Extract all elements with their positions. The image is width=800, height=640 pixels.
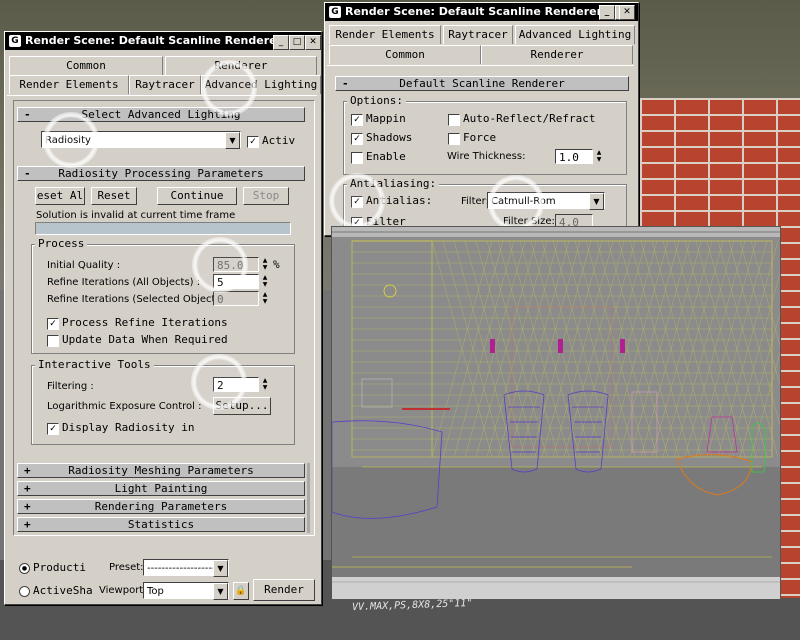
activeshade-label: ActiveSha bbox=[33, 584, 93, 597]
render-button[interactable]: Render bbox=[253, 579, 315, 601]
filtering-spinner[interactable]: 2 bbox=[213, 377, 259, 392]
tab-common[interactable]: Common bbox=[329, 45, 481, 64]
shadows-label: Shadows bbox=[366, 131, 413, 144]
chevron-down-icon[interactable]: ▼ bbox=[225, 132, 240, 149]
process-refine-checkbox[interactable]: ✓ bbox=[47, 318, 59, 330]
solution-status-text: Solution is invalid at current time fram… bbox=[36, 210, 236, 221]
rollout-select-advanced-lighting[interactable]: - Select Advanced Lighting bbox=[17, 107, 305, 122]
active-label: Activ bbox=[262, 134, 296, 147]
spinner-arrows-icon[interactable]: ▲ ▼ bbox=[261, 291, 269, 306]
update-data-label: Update Data When Required bbox=[62, 333, 228, 346]
app-icon: G bbox=[9, 35, 21, 47]
right-window-title: Render Scene: Default Scanline Renderer bbox=[345, 5, 603, 18]
lock-icon[interactable]: 🔒 bbox=[233, 582, 249, 600]
preset-label: Preset: bbox=[109, 562, 144, 573]
left-window-title: Render Scene: Default Scanline Renderer bbox=[25, 34, 283, 47]
force-checkbox[interactable] bbox=[448, 133, 460, 145]
spinner-arrows-icon[interactable]: ▲ ▼ bbox=[595, 149, 603, 164]
wireframe-scene bbox=[332, 227, 780, 599]
spinner-arrows-icon[interactable]: ▲ ▼ bbox=[261, 377, 269, 392]
production-radio[interactable]: ● bbox=[19, 563, 30, 574]
tab-raytracer[interactable]: Raytracer bbox=[443, 25, 513, 44]
update-data-checkbox[interactable] bbox=[47, 335, 59, 347]
tab-common[interactable]: Common bbox=[9, 56, 163, 75]
rollout-radiosity-processing[interactable]: - Radiosity Processing Parameters bbox=[17, 166, 305, 181]
app-icon: G bbox=[329, 6, 341, 18]
mapping-label: Mappin bbox=[366, 112, 406, 125]
preset-dropdown[interactable]: -------------------- ▼ bbox=[143, 559, 229, 577]
tab-advanced-lighting[interactable]: Advanced Lighting bbox=[201, 75, 321, 94]
close-icon[interactable]: ✕ bbox=[619, 5, 635, 20]
minimize-icon[interactable]: _ bbox=[599, 5, 615, 20]
production-label: Producti bbox=[33, 561, 86, 574]
initial-quality-spinner[interactable]: 85.0 bbox=[213, 257, 259, 272]
wireframe-viewport[interactable] bbox=[331, 226, 781, 600]
rollout-statistics[interactable]: + Statistics bbox=[17, 517, 305, 532]
rollout-radiosity-meshing[interactable]: + Radiosity Meshing Parameters bbox=[17, 463, 305, 478]
reset-all-button[interactable]: eset Al bbox=[35, 187, 85, 205]
chevron-down-icon[interactable]: ▼ bbox=[589, 193, 604, 210]
percent-label: % bbox=[273, 258, 280, 271]
enable-label: Enable bbox=[366, 150, 406, 163]
filter-label: Filter: bbox=[461, 196, 489, 207]
options-label: Options: bbox=[347, 94, 406, 107]
force-label: Force bbox=[463, 131, 497, 144]
tab-render-elements[interactable]: Render Elements bbox=[9, 75, 129, 94]
stop-button[interactable]: Stop bbox=[243, 187, 289, 205]
activeshade-radio[interactable] bbox=[19, 586, 30, 597]
wire-thickness-spinner[interactable]: 1.0 bbox=[555, 149, 593, 164]
mapping-checkbox[interactable]: ✓ bbox=[351, 114, 363, 126]
right-window-titlebar[interactable]: G Render Scene: Default Scanline Rendere… bbox=[325, 3, 638, 21]
auto-reflect-checkbox[interactable] bbox=[448, 114, 460, 126]
tab-advanced-lighting[interactable]: Advanced Lighting bbox=[515, 25, 635, 44]
rollout-rendering-parameters[interactable]: + Rendering Parameters bbox=[17, 499, 305, 514]
interactive-tools-label: Interactive Tools bbox=[35, 358, 154, 371]
close-icon[interactable]: ✕ bbox=[305, 35, 321, 50]
shadows-checkbox[interactable]: ✓ bbox=[351, 133, 363, 145]
antialias-label: Antialias: bbox=[366, 194, 433, 207]
process-label: Process bbox=[35, 237, 88, 250]
tab-renderer[interactable]: Renderer bbox=[481, 45, 633, 64]
enable-checkbox[interactable] bbox=[351, 152, 363, 164]
continue-button[interactable]: Continue bbox=[157, 187, 237, 205]
log-exposure-label: Logarithmic Exposure Control : bbox=[47, 401, 202, 412]
tab-renderer[interactable]: Renderer bbox=[165, 56, 317, 75]
rollout-light-painting[interactable]: + Light Painting bbox=[17, 481, 305, 496]
wire-thickness-label: Wire Thickness: bbox=[447, 151, 526, 162]
render-scene-window-right: G Render Scene: Default Scanline Rendere… bbox=[324, 2, 639, 236]
refine-all-label: Refine Iterations (All Objects) : bbox=[47, 277, 201, 288]
antialias-checkbox[interactable]: ✓ bbox=[351, 196, 363, 208]
progress-bar bbox=[35, 222, 291, 235]
refine-selected-label: Refine Iterations (Selected Objects) : bbox=[47, 294, 232, 305]
viewport-label: Viewport: bbox=[99, 585, 147, 596]
reset-button[interactable]: Reset bbox=[91, 187, 137, 205]
refine-selected-spinner[interactable]: 0 bbox=[213, 291, 259, 306]
display-radiosity-label: Display Radiosity in bbox=[62, 421, 195, 434]
initial-quality-label: Initial Quality : bbox=[47, 260, 121, 271]
spinner-arrows-icon[interactable]: ▲ ▼ bbox=[261, 274, 269, 289]
active-checkbox[interactable]: ✓ bbox=[247, 136, 259, 148]
display-radiosity-checkbox[interactable]: ✓ bbox=[47, 423, 59, 435]
advanced-lighting-dropdown[interactable]: Radiosity ▼ bbox=[41, 131, 241, 149]
tab-raytracer[interactable]: Raytracer bbox=[129, 75, 201, 94]
filter-dropdown[interactable]: Catmull-Rom ▼ bbox=[487, 192, 605, 210]
rollout-default-scanline[interactable]: - Default Scanline Renderer bbox=[335, 76, 629, 91]
filtering-label: Filtering : bbox=[47, 381, 94, 392]
auto-reflect-label: Auto-Reflect/Refract bbox=[463, 112, 596, 125]
chevron-down-icon[interactable]: ▼ bbox=[213, 583, 228, 600]
scrollbar-track[interactable] bbox=[307, 463, 310, 533]
process-refine-label: Process Refine Iterations bbox=[62, 316, 228, 329]
refine-all-spinner[interactable]: 5 bbox=[213, 274, 259, 289]
spinner-arrows-icon[interactable]: ▲ ▼ bbox=[261, 257, 269, 272]
antialiasing-label: Antialiasing: bbox=[347, 177, 440, 190]
maximize-icon[interactable]: □ bbox=[289, 35, 305, 50]
minimize-icon[interactable]: _ bbox=[273, 35, 289, 50]
tab-render-elements[interactable]: Render Elements bbox=[329, 25, 441, 44]
chevron-down-icon[interactable]: ▼ bbox=[213, 560, 228, 577]
setup-button[interactable]: Setup... bbox=[213, 397, 271, 415]
viewport-dropdown[interactable]: Top ▼ bbox=[143, 582, 229, 600]
render-scene-window-left: G Render Scene: Default Scanline Rendere… bbox=[4, 31, 322, 605]
